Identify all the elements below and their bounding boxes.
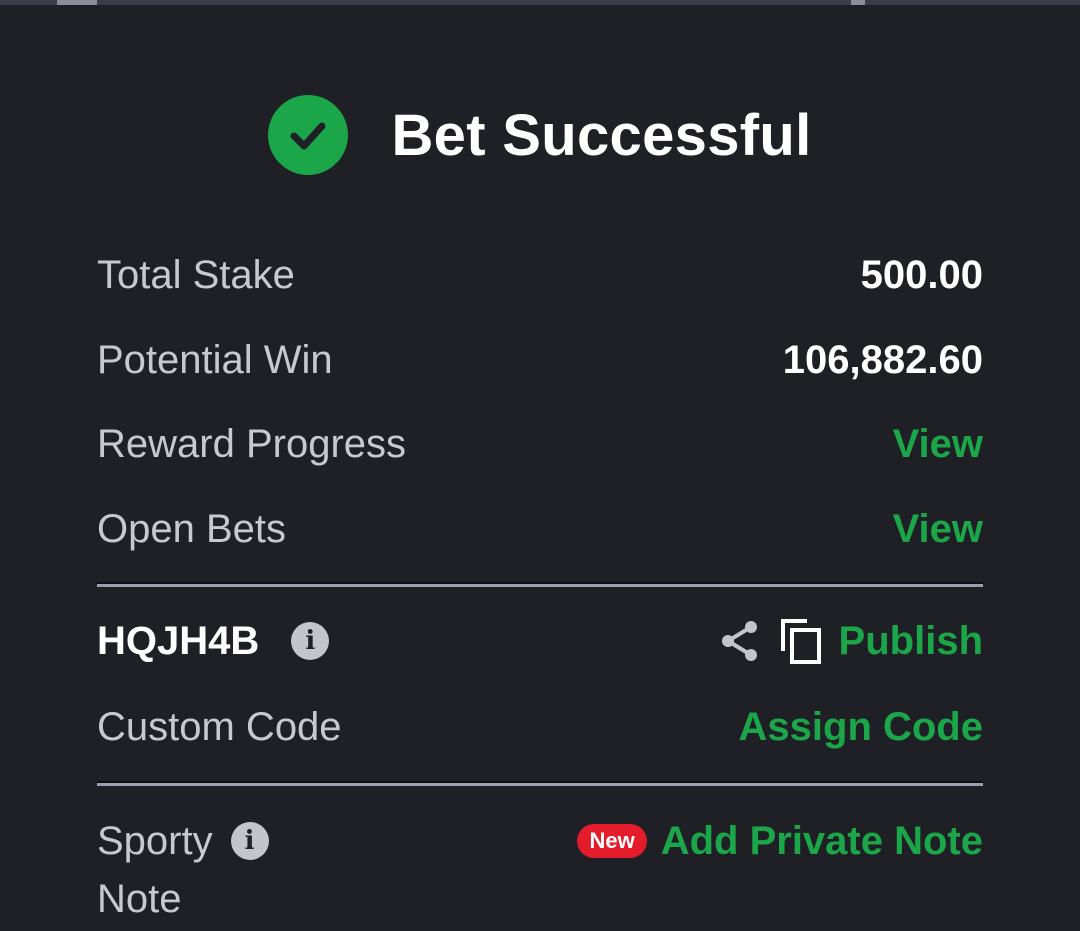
open-bets-view-link[interactable]: View: [893, 507, 983, 552]
reward-progress-view-link[interactable]: View: [893, 422, 983, 467]
reward-progress-label: Reward Progress: [97, 421, 407, 466]
custom-code-label: Custom Code: [97, 704, 342, 749]
total-stake-row: Total Stake 500.00: [97, 245, 983, 305]
copy-icon[interactable]: [779, 617, 823, 665]
success-header: Bet Successful: [0, 95, 1080, 175]
total-stake-value: 500.00: [860, 252, 983, 297]
divider: [97, 783, 983, 786]
potential-win-value: 106,882.60: [782, 337, 983, 382]
open-bets-row: Open Bets View: [97, 499, 983, 559]
info-icon[interactable]: i: [291, 622, 330, 660]
reward-progress-row: Reward Progress View: [97, 414, 983, 474]
total-stake-label: Total Stake: [97, 252, 295, 297]
assign-code-button[interactable]: Assign Code: [739, 705, 983, 750]
sporty-note-row-second-line: Note: [97, 869, 983, 929]
potential-win-row: Potential Win 106,882.60: [97, 330, 983, 390]
divider: [97, 584, 983, 587]
booking-code-row: HQJH4B i Publish: [97, 611, 983, 671]
top-right-marker: [851, 0, 865, 5]
sporty-note-label-line2: Note: [97, 876, 182, 921]
sporty-note-row: Sporty i New Add Private Note: [97, 811, 983, 871]
custom-code-row: Custom Code Assign Code: [97, 697, 983, 757]
sporty-note-label-line1: Sporty: [97, 818, 213, 863]
open-bets-label: Open Bets: [97, 506, 287, 551]
top-left-marker: [57, 0, 97, 5]
check-circle-icon: [268, 95, 349, 175]
add-private-note-button[interactable]: Add Private Note: [661, 819, 983, 864]
info-icon[interactable]: i: [230, 822, 269, 860]
booking-code: HQJH4B: [97, 618, 260, 663]
new-badge: New: [577, 824, 647, 858]
potential-win-label: Potential Win: [97, 337, 333, 382]
page-title: Bet Successful: [391, 102, 812, 168]
top-handle-bar: [0, 0, 1080, 5]
publish-button[interactable]: Publish: [839, 619, 983, 664]
share-icon[interactable]: [719, 619, 761, 663]
